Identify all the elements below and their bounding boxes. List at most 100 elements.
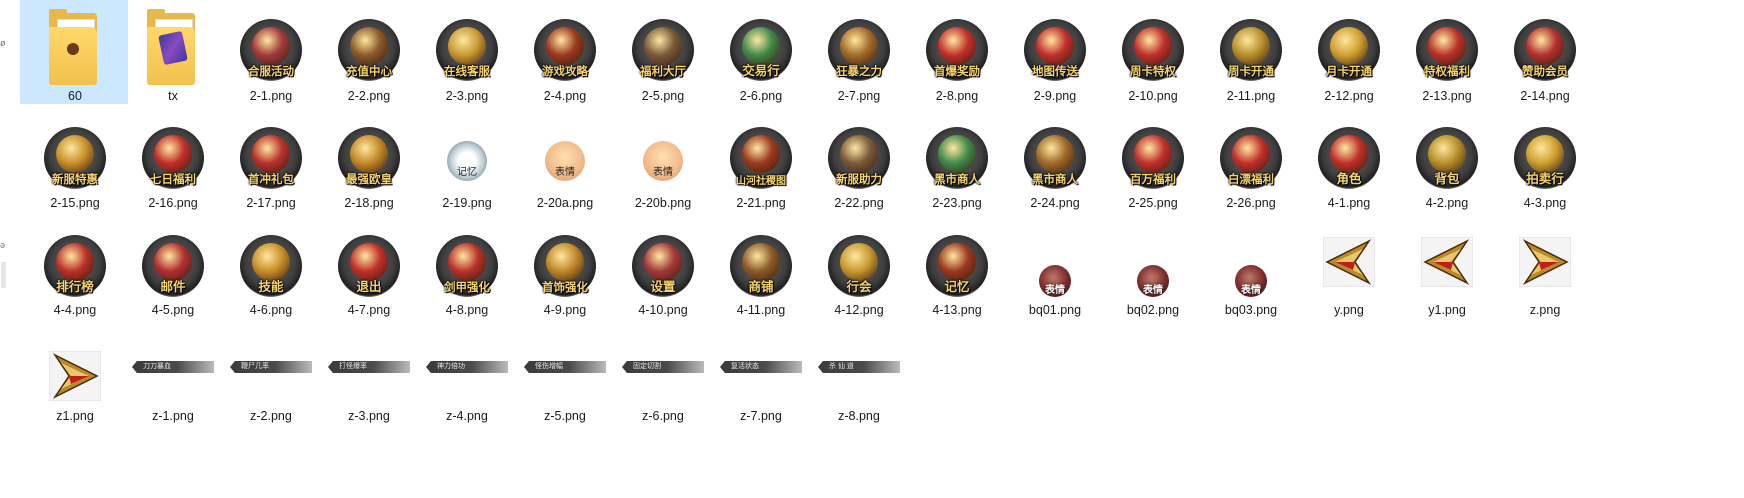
file-item[interactable]: 新服特惠 2-15.png (20, 110, 128, 211)
icon-caption: 交易行 (742, 63, 780, 78)
file-name: 2-20a.png (536, 196, 594, 210)
game-icon: 设置 (632, 235, 694, 297)
file-item[interactable]: 特权福利 2-13.png (1392, 0, 1500, 104)
file-item[interactable]: 首饰强化 4-9.png (510, 218, 618, 318)
file-item[interactable]: 月卡开通 2-12.png (1294, 0, 1402, 104)
game-icon: 剑甲强化 (436, 235, 498, 297)
file-item[interactable]: 合服活动 2-1.png (216, 0, 324, 104)
file-item[interactable]: 首冲礼包 2-17.png (216, 110, 324, 211)
file-item[interactable]: 七日福利 2-16.png (118, 110, 226, 211)
file-item[interactable]: y1.png (1392, 218, 1500, 318)
pane-scrollbar[interactable] (1, 262, 6, 288)
file-item[interactable]: 首爆奖励 2-8.png (902, 0, 1010, 104)
file-name: 2-9.png (1033, 89, 1077, 103)
file-item[interactable]: 交易行 2-6.png (706, 0, 814, 104)
game-icon: 百万福利 (1122, 127, 1184, 189)
file-item[interactable]: 固定切割 z-6.png (608, 332, 716, 424)
file-item[interactable]: 退出 4-7.png (314, 218, 422, 318)
file-name: 2-11.png (1226, 89, 1276, 103)
icon-caption: 黑市商人 (1032, 172, 1078, 186)
icon-caption: 复活状态 (731, 363, 759, 370)
file-item[interactable]: 新服助力 2-22.png (804, 110, 912, 211)
file-item[interactable]: 地图传送 2-9.png (1000, 0, 1108, 104)
file-item[interactable]: 表情 bq03.png (1196, 218, 1304, 318)
file-item[interactable]: 角色 4-1.png (1294, 110, 1402, 211)
file-name: z-3.png (348, 409, 390, 423)
file-item[interactable]: 复活状态 z-7.png (706, 332, 814, 424)
file-item[interactable]: 邮件 4-5.png (118, 218, 226, 318)
icon-caption: 邮件 (160, 279, 186, 294)
file-item[interactable]: 拍卖行 4-3.png (1490, 110, 1598, 211)
icon-caption: 拍卖行 (1526, 171, 1564, 186)
file-item[interactable]: 神力倍功 z-4.png (412, 332, 520, 424)
file-item[interactable]: y.png (1294, 218, 1402, 318)
file-item[interactable]: 表情 bq01.png (1000, 218, 1108, 318)
icon-caption: 商铺 (748, 279, 774, 294)
file-item[interactable]: 表情 bq02.png (1098, 218, 1206, 318)
file-item[interactable]: 排行榜 4-4.png (20, 218, 128, 318)
file-item[interactable]: 鞭尸几率 z-2.png (216, 332, 324, 424)
file-item[interactable]: 行会 4-12.png (804, 218, 912, 318)
file-item[interactable]: 福利大厅 2-5.png (608, 0, 716, 104)
file-item[interactable]: 周卡特权 2-10.png (1098, 0, 1206, 104)
game-icon: 山河社稷图 (730, 127, 792, 189)
icon-caption: 周卡特权 (1130, 64, 1176, 78)
file-item[interactable]: 白漂福利 2-26.png (1196, 110, 1304, 211)
file-item[interactable]: 周卡开通 2-11.png (1196, 0, 1304, 104)
file-item[interactable]: 刀刀暴血 z-1.png (118, 332, 226, 424)
file-name: z-6.png (642, 409, 684, 423)
file-name: y1.png (1428, 303, 1466, 317)
icon-caption: 表情 (653, 167, 673, 178)
file-item[interactable]: z.png (1490, 218, 1598, 318)
file-item[interactable]: 剑甲强化 4-8.png (412, 218, 520, 318)
pane-glyph: ǝ (0, 240, 6, 250)
icon-caption: 背包 (1434, 171, 1460, 186)
icon-caption: 表情 (1045, 285, 1065, 296)
file-item[interactable]: 表情 2-20a.png (510, 110, 618, 211)
file-item[interactable]: 设置 4-10.png (608, 218, 716, 318)
file-item[interactable]: 黑市商人 2-23.png (902, 110, 1010, 211)
game-icon: 充值中心 (338, 19, 400, 81)
file-grid: 60 tx 合服活动 2-1.png 充值中心 2-2.png 在线客服 2-3.png 游戏攻… (20, 0, 1744, 498)
game-icon: 福利大厅 (632, 19, 694, 81)
file-item[interactable]: 在线客服 2-3.png (412, 0, 520, 104)
file-name: 4-8.png (445, 303, 489, 317)
file-item[interactable]: 游戏攻略 2-4.png (510, 0, 618, 104)
file-item[interactable]: 背包 4-2.png (1392, 110, 1500, 211)
file-name: 4-9.png (543, 303, 587, 317)
file-item[interactable]: 杀 仙 道 z-8.png (804, 332, 912, 424)
file-item[interactable]: 打怪爆率 z-3.png (314, 332, 422, 424)
file-item[interactable]: 技能 4-6.png (216, 218, 324, 318)
icon-caption: 表情 (1241, 285, 1261, 296)
game-icon: 在线客服 (436, 19, 498, 81)
file-item[interactable]: 记忆 4-13.png (902, 218, 1010, 318)
file-name: z-5.png (544, 409, 586, 423)
icon-caption: 排行榜 (56, 279, 94, 294)
file-item[interactable]: 表情 2-20b.png (608, 110, 716, 211)
file-item[interactable]: 商铺 4-11.png (706, 218, 814, 318)
file-item[interactable]: z1.png (20, 332, 128, 424)
file-name: 4-6.png (249, 303, 293, 317)
file-item[interactable]: 怪伤增幅 z-5.png (510, 332, 618, 424)
file-item[interactable]: 记忆 2-19.png (412, 110, 520, 211)
file-name: z1.png (56, 409, 94, 423)
file-name: z-1.png (152, 409, 194, 423)
sticker-icon: 表情 (643, 141, 683, 181)
emote-badge-icon: 表情 (1235, 265, 1267, 297)
file-item[interactable]: 最强欧皇 2-18.png (314, 110, 422, 211)
file-name: 2-18.png (344, 196, 394, 210)
file-name: 2-20b.png (634, 196, 692, 210)
file-item[interactable]: tx (118, 0, 226, 104)
icon-caption: 赞助会员 (1522, 64, 1568, 78)
file-name: 4-4.png (53, 303, 97, 317)
file-item[interactable]: 山河社稷图 2-21.png (706, 110, 814, 211)
file-item[interactable]: 黑市商人 2-24.png (1000, 110, 1108, 211)
file-item[interactable]: 狂暴之力 2-7.png (804, 0, 912, 104)
game-icon: 新服助力 (828, 127, 890, 189)
file-item[interactable]: 60 (20, 0, 128, 104)
file-item[interactable]: 充值中心 2-2.png (314, 0, 422, 104)
file-item[interactable]: 赞助会员 2-14.png (1490, 0, 1598, 104)
file-item[interactable]: 百万福利 2-25.png (1098, 110, 1206, 211)
bar-image-icon: 杀 仙 道 (818, 361, 900, 373)
pane-glyph: ø (0, 38, 6, 48)
